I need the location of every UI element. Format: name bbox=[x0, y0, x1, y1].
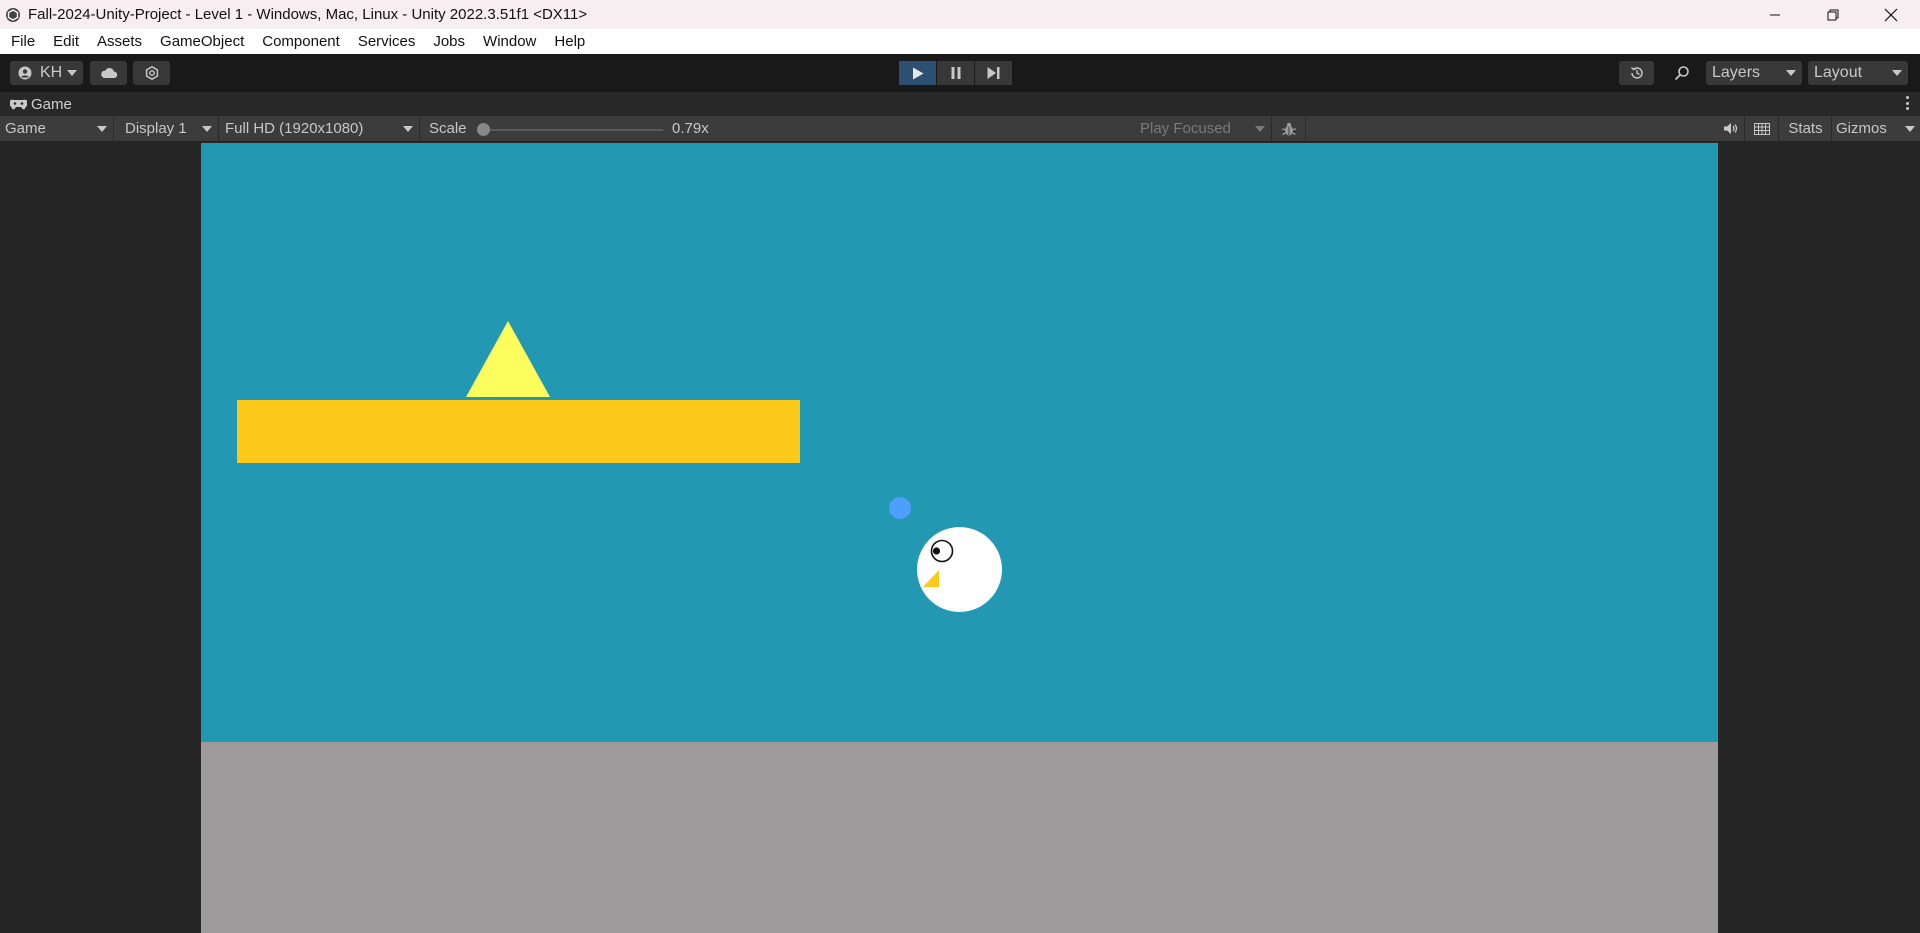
settings-icon bbox=[145, 66, 159, 80]
cloud-button[interactable] bbox=[90, 61, 127, 85]
play-icon bbox=[912, 67, 924, 80]
play-focused-label: Play Focused bbox=[1140, 120, 1231, 137]
play-button[interactable] bbox=[899, 61, 936, 85]
layers-label: Layers bbox=[1712, 64, 1761, 81]
window-tab-strip: Game bbox=[0, 91, 1920, 116]
chevron-down-icon bbox=[202, 126, 212, 132]
bug-icon bbox=[1281, 121, 1297, 137]
white-bird-player bbox=[917, 527, 1002, 612]
history-icon bbox=[1629, 65, 1645, 81]
restore-button[interactable] bbox=[1804, 0, 1862, 29]
resolution-dropdown[interactable]: Full HD (1920x1080) bbox=[220, 116, 420, 141]
pause-icon bbox=[951, 67, 961, 79]
game-view-toolbar: Game Display 1 Full HD (1920x1080) Scale… bbox=[0, 116, 1920, 142]
chevron-down-icon bbox=[403, 126, 413, 132]
menu-jobs[interactable]: Jobs bbox=[424, 29, 474, 54]
pause-button[interactable] bbox=[937, 61, 974, 85]
blue-projectile bbox=[889, 497, 911, 519]
window-title-bar: Fall-2024-Unity-Project - Level 1 - Wind… bbox=[0, 0, 1920, 29]
bird-face bbox=[923, 539, 954, 587]
scale-value: 0.79x bbox=[672, 120, 709, 137]
menu-assets[interactable]: Assets bbox=[88, 29, 151, 54]
display-label: Display 1 bbox=[125, 120, 187, 137]
kebab-icon[interactable] bbox=[1906, 96, 1910, 110]
step-button[interactable] bbox=[975, 61, 1012, 85]
view-mode-label: Game bbox=[5, 120, 46, 137]
resolution-label: Full HD (1920x1080) bbox=[225, 120, 364, 137]
menu-help[interactable]: Help bbox=[545, 29, 594, 54]
search-icon bbox=[1674, 65, 1690, 81]
tab-game-label: Game bbox=[31, 95, 72, 113]
gizmos-label: Gizmos bbox=[1836, 120, 1887, 137]
gamepad-icon bbox=[10, 99, 27, 110]
account-label: KH bbox=[40, 64, 63, 81]
menu-bar: File Edit Assets GameObject Component Se… bbox=[0, 29, 1920, 54]
yellow-platform bbox=[237, 400, 800, 463]
account-icon bbox=[18, 66, 32, 80]
playback-controls bbox=[899, 61, 1013, 85]
grid-icon bbox=[1754, 122, 1770, 135]
tab-game[interactable]: Game bbox=[0, 92, 72, 116]
spike-triangle bbox=[466, 321, 550, 397]
view-mode-dropdown[interactable]: Game bbox=[0, 116, 114, 141]
chevron-down-icon bbox=[97, 126, 107, 132]
ground bbox=[201, 742, 1718, 933]
mute-button[interactable] bbox=[1716, 116, 1745, 141]
chevron-down-icon bbox=[1255, 126, 1265, 132]
close-button[interactable] bbox=[1862, 0, 1920, 29]
menu-window[interactable]: Window bbox=[474, 29, 545, 54]
main-toolbar: KH Layers Layout bbox=[0, 54, 1920, 91]
menu-file[interactable]: File bbox=[2, 29, 44, 54]
cloud-icon bbox=[100, 67, 118, 79]
scale-label: Scale bbox=[429, 120, 467, 137]
layers-dropdown[interactable]: Layers bbox=[1706, 61, 1802, 85]
chevron-down-icon bbox=[1892, 70, 1902, 76]
menu-component[interactable]: Component bbox=[253, 29, 349, 54]
debug-button[interactable] bbox=[1273, 116, 1306, 141]
step-icon bbox=[987, 67, 1000, 79]
chevron-down-icon bbox=[67, 70, 77, 76]
account-dropdown[interactable]: KH bbox=[10, 61, 83, 85]
search-button[interactable] bbox=[1664, 61, 1699, 85]
window-title: Fall-2024-Unity-Project - Level 1 - Wind… bbox=[28, 6, 588, 23]
menu-services[interactable]: Services bbox=[349, 29, 425, 54]
scale-slider-track[interactable] bbox=[483, 129, 663, 131]
chevron-down-icon bbox=[1905, 126, 1915, 132]
menu-gameobject[interactable]: GameObject bbox=[151, 29, 253, 54]
minimize-button[interactable] bbox=[1746, 0, 1804, 29]
grid-button[interactable] bbox=[1746, 116, 1779, 141]
layout-dropdown[interactable]: Layout bbox=[1808, 61, 1908, 85]
game-view[interactable] bbox=[201, 143, 1718, 933]
mute-icon bbox=[1723, 122, 1738, 135]
chevron-down-icon bbox=[1786, 70, 1796, 76]
layout-label: Layout bbox=[1814, 64, 1863, 81]
display-dropdown[interactable]: Display 1 bbox=[115, 116, 219, 141]
history-button[interactable] bbox=[1619, 61, 1654, 85]
play-focused-dropdown[interactable]: Play Focused bbox=[1132, 116, 1272, 141]
stats-label: Stats bbox=[1788, 120, 1823, 137]
settings-button[interactable] bbox=[133, 61, 170, 85]
gizmos-dropdown[interactable]: Gizmos bbox=[1833, 116, 1920, 141]
stats-button[interactable]: Stats bbox=[1780, 116, 1832, 141]
scale-slider-thumb[interactable] bbox=[477, 123, 490, 136]
menu-edit[interactable]: Edit bbox=[44, 29, 88, 54]
unity-logo-icon bbox=[4, 6, 22, 24]
